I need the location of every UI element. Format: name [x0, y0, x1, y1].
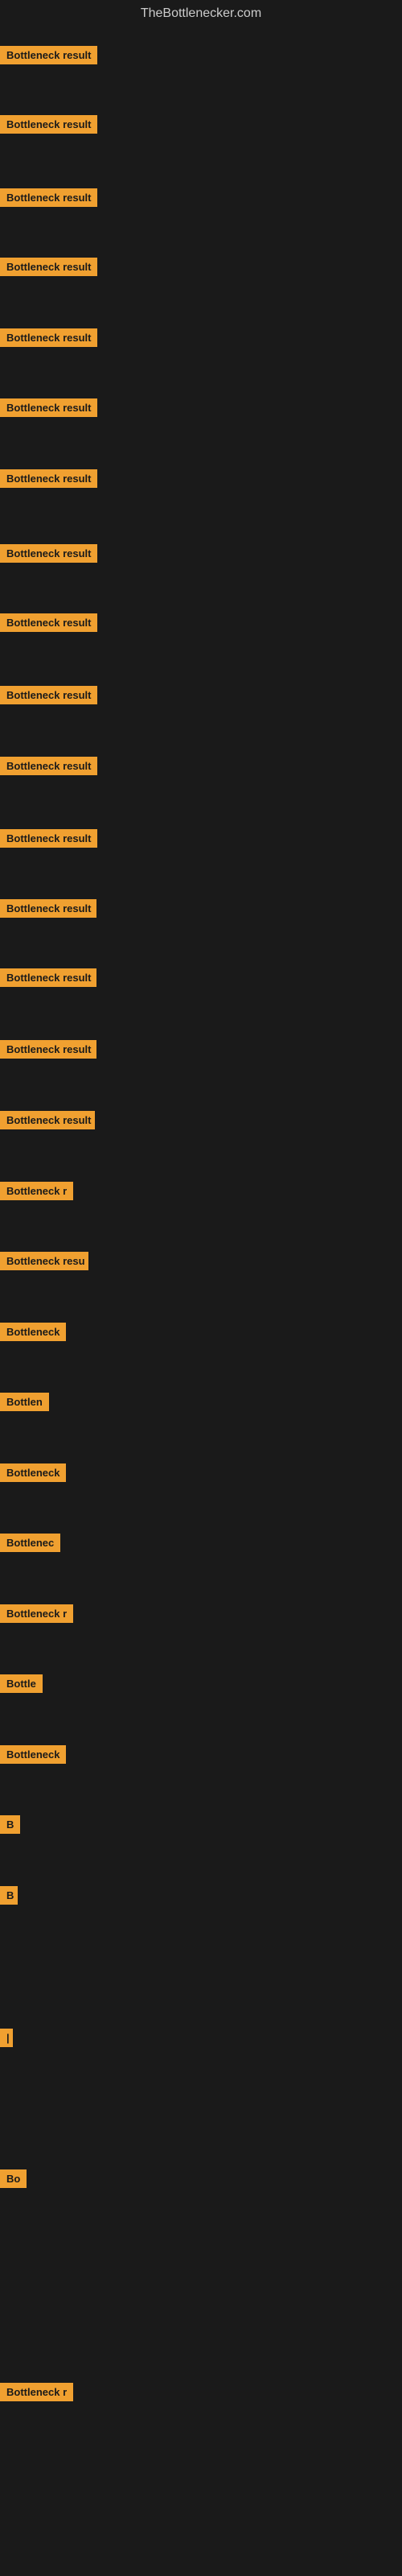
bottleneck-badge: Bottleneck result — [0, 188, 97, 207]
bottleneck-result-item[interactable]: Bottleneck result — [0, 469, 97, 492]
bottleneck-badge: Bottleneck result — [0, 757, 97, 775]
bottleneck-result-item[interactable]: Bottleneck — [0, 1745, 66, 1768]
bottleneck-badge: Bottlenec — [0, 1534, 60, 1552]
bottleneck-badge: Bottleneck — [0, 1463, 66, 1482]
bottleneck-result-item[interactable]: Bottleneck result — [0, 757, 97, 779]
bottleneck-result-item[interactable]: | — [0, 2029, 13, 2051]
bottleneck-result-item[interactable]: Bottlen — [0, 1393, 49, 1415]
bottleneck-result-item[interactable]: B — [0, 1815, 20, 1838]
bottleneck-badge: Bottleneck result — [0, 328, 97, 347]
bottleneck-result-item[interactable]: Bottlenec — [0, 1534, 60, 1556]
bottleneck-result-item[interactable]: Bottleneck result — [0, 1111, 95, 1133]
bottleneck-badge: Bottleneck — [0, 1323, 66, 1341]
bottleneck-result-item[interactable]: Bottle — [0, 1674, 43, 1697]
bottleneck-badge: B — [0, 1815, 20, 1834]
bottleneck-result-item[interactable]: Bottleneck result — [0, 899, 96, 922]
bottleneck-badge: | — [0, 2029, 13, 2047]
bottleneck-result-item[interactable]: Bottleneck result — [0, 829, 97, 852]
bottleneck-badge: Bottleneck — [0, 1745, 66, 1764]
bottleneck-result-item[interactable]: Bottleneck result — [0, 613, 97, 636]
bottleneck-result-item[interactable]: Bo — [0, 2169, 27, 2192]
bottleneck-result-item[interactable]: Bottleneck resu — [0, 1252, 88, 1274]
bottleneck-result-item[interactable]: Bottleneck result — [0, 686, 97, 708]
bottleneck-badge: Bottleneck resu — [0, 1252, 88, 1270]
bottleneck-badge: Bottleneck result — [0, 1040, 96, 1059]
site-title: TheBottlenecker.com — [0, 0, 402, 27]
bottleneck-result-item[interactable]: Bottleneck result — [0, 1040, 96, 1063]
bottleneck-badge: Bottleneck result — [0, 829, 97, 848]
bottleneck-badge: Bottleneck result — [0, 1111, 95, 1129]
bottleneck-badge: Bottleneck result — [0, 613, 97, 632]
bottleneck-badge: Bottleneck result — [0, 469, 97, 488]
bottleneck-badge: Bottleneck result — [0, 46, 97, 64]
bottleneck-badge: Bottleneck result — [0, 398, 97, 417]
bottleneck-result-item[interactable]: Bottleneck r — [0, 1604, 73, 1627]
bottleneck-badge: Bottleneck r — [0, 1604, 73, 1623]
bottleneck-badge: Bottleneck result — [0, 258, 97, 276]
bottleneck-badge: Bottle — [0, 1674, 43, 1693]
bottleneck-badge: Bottleneck result — [0, 968, 96, 987]
bottleneck-badge: B — [0, 1886, 18, 1905]
bottleneck-result-item[interactable]: Bottleneck result — [0, 258, 97, 280]
bottleneck-result-item[interactable]: Bottleneck — [0, 1463, 66, 1486]
bottleneck-result-item[interactable]: Bottleneck result — [0, 188, 97, 211]
bottleneck-badge: Bottleneck r — [0, 2383, 73, 2401]
bottleneck-badge: Bottlen — [0, 1393, 49, 1411]
bottleneck-badge: Bottleneck result — [0, 544, 97, 563]
bottleneck-result-item[interactable]: Bottleneck r — [0, 2383, 73, 2405]
bottleneck-result-item[interactable]: Bottleneck result — [0, 328, 97, 351]
bottleneck-result-item[interactable]: Bottleneck result — [0, 968, 96, 991]
bottleneck-result-item[interactable]: Bottleneck r — [0, 1182, 73, 1204]
bottleneck-result-item[interactable]: Bottleneck result — [0, 115, 97, 138]
bottleneck-result-item[interactable]: Bottleneck result — [0, 398, 97, 421]
bottleneck-result-item[interactable]: Bottleneck result — [0, 544, 97, 567]
bottleneck-result-item[interactable]: Bottleneck — [0, 1323, 66, 1345]
bottleneck-result-item[interactable]: Bottleneck result — [0, 46, 97, 68]
bottleneck-badge: Bo — [0, 2169, 27, 2188]
bottleneck-badge: Bottleneck r — [0, 1182, 73, 1200]
bottleneck-result-item[interactable]: B — [0, 1886, 18, 1909]
bottleneck-badge: Bottleneck result — [0, 686, 97, 704]
bottleneck-badge: Bottleneck result — [0, 115, 97, 134]
bottleneck-badge: Bottleneck result — [0, 899, 96, 918]
